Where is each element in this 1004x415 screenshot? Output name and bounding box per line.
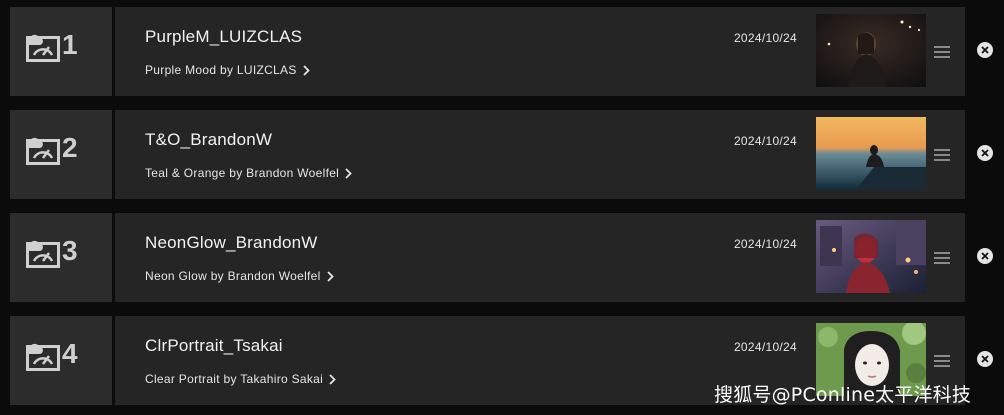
chevron-right-icon bbox=[345, 167, 352, 179]
preset-slot-badge: 1 bbox=[26, 28, 96, 72]
cloud-icon bbox=[26, 240, 43, 251]
preset-name: T&O_BrandonW bbox=[145, 130, 273, 149]
preset-slot-number: 2 bbox=[62, 131, 78, 163]
drag-handle-icon[interactable] bbox=[934, 252, 950, 264]
preset-slot[interactable]: 3 bbox=[10, 213, 112, 302]
preset-card[interactable]: PurpleM_LUIZCLAS Purple Mood by LUIZCLAS… bbox=[115, 7, 965, 96]
preset-author-link[interactable]: Purple Mood by LUIZCLAS bbox=[145, 63, 310, 77]
preset-author-link[interactable]: Teal & Orange by Brandon Woelfel bbox=[145, 166, 352, 180]
cloud-icon bbox=[26, 34, 43, 45]
close-circle-icon[interactable] bbox=[977, 42, 993, 58]
preset-card[interactable]: NeonGlow_BrandonW Neon Glow by Brandon W… bbox=[115, 213, 965, 302]
preset-date: 2024/10/24 bbox=[733, 31, 797, 45]
drag-handle-icon[interactable] bbox=[934, 46, 950, 58]
chevron-right-icon bbox=[303, 64, 310, 76]
preset-slot-badge: 2 bbox=[26, 131, 96, 175]
preset-slot[interactable]: 1 bbox=[10, 7, 112, 96]
preset-slot-badge: 4 bbox=[26, 337, 96, 381]
preset-slot[interactable]: 4 bbox=[10, 316, 112, 405]
preset-card[interactable]: T&O_BrandonW Teal & Orange by Brandon Wo… bbox=[115, 110, 965, 199]
preset-description: Neon Glow by Brandon Woelfel bbox=[145, 269, 321, 283]
preset-date: 2024/10/24 bbox=[733, 237, 797, 251]
preset-name: ClrPortrait_Tsakai bbox=[145, 336, 283, 355]
chevron-right-icon bbox=[329, 373, 336, 385]
preset-slot-number: 3 bbox=[62, 234, 78, 266]
preset-name: PurpleM_LUIZCLAS bbox=[145, 27, 303, 46]
close-circle-icon[interactable] bbox=[977, 145, 993, 161]
drag-handle-icon[interactable] bbox=[934, 149, 950, 161]
preset-name: NeonGlow_BrandonW bbox=[145, 233, 318, 252]
preset-row: 3 NeonGlow_BrandonW Neon Glow by Brandon… bbox=[0, 213, 1004, 302]
drag-handle-icon[interactable] bbox=[934, 355, 950, 367]
close-circle-icon[interactable] bbox=[977, 351, 993, 367]
preset-row: 1 PurpleM_LUIZCLAS Purple Mood by LUIZCL… bbox=[0, 7, 1004, 96]
preset-slot-number: 4 bbox=[62, 337, 78, 369]
preset-author-link[interactable]: Neon Glow by Brandon Woelfel bbox=[145, 269, 334, 283]
cloud-icon bbox=[26, 137, 43, 148]
preset-description: Clear Portrait by Takahiro Sakai bbox=[145, 372, 324, 386]
preset-slot[interactable]: 2 bbox=[10, 110, 112, 199]
preset-date: 2024/10/24 bbox=[733, 340, 797, 354]
watermark-text: 搜狐号@PConline太平洋科技 bbox=[714, 384, 972, 406]
preset-thumbnail bbox=[816, 220, 926, 293]
preset-thumbnail bbox=[816, 14, 926, 87]
preset-slot-badge: 3 bbox=[26, 234, 96, 278]
close-circle-icon[interactable] bbox=[977, 248, 993, 264]
preset-date: 2024/10/24 bbox=[733, 134, 797, 148]
preset-row: 2 T&O_BrandonW Teal & Orange by Brandon … bbox=[0, 110, 1004, 199]
cloud-icon bbox=[26, 343, 43, 354]
preset-description: Purple Mood by LUIZCLAS bbox=[145, 63, 297, 77]
preset-slot-number: 1 bbox=[62, 28, 78, 60]
preset-description: Teal & Orange by Brandon Woelfel bbox=[145, 166, 340, 180]
chevron-right-icon bbox=[326, 270, 334, 282]
preset-thumbnail bbox=[816, 117, 926, 190]
preset-author-link[interactable]: Clear Portrait by Takahiro Sakai bbox=[145, 372, 336, 386]
preset-list: 1 PurpleM_LUIZCLAS Purple Mood by LUIZCL… bbox=[0, 0, 1004, 415]
